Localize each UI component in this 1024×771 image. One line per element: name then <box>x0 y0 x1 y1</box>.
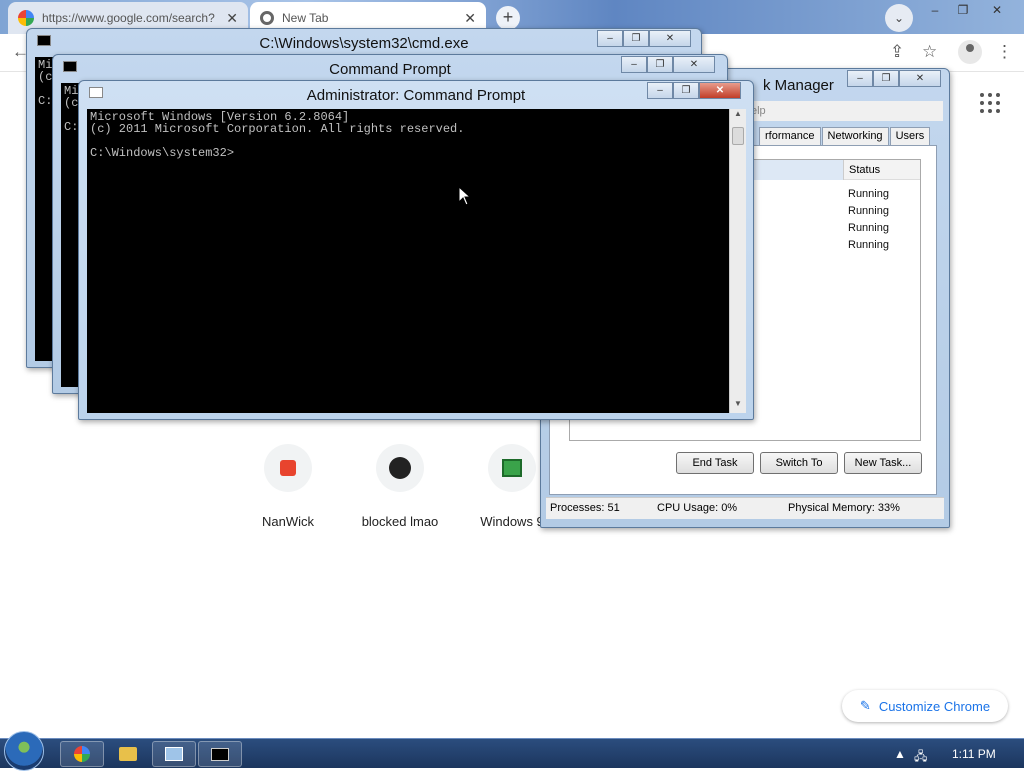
tab-close-icon[interactable]: ✕ <box>226 10 238 27</box>
restore-button[interactable]: ❐ <box>950 2 976 18</box>
taskbar-explorer[interactable] <box>106 741 150 767</box>
maximize-button[interactable]: ❐ <box>873 70 899 87</box>
list-item[interactable]: Running <box>848 222 889 234</box>
bookmark-star-icon[interactable]: ☆ <box>922 42 937 62</box>
switch-to-button[interactable]: Switch To <box>760 452 838 474</box>
nanwick-icon <box>264 444 312 492</box>
scroll-thumb[interactable] <box>732 127 744 145</box>
tab-networking[interactable]: Networking <box>821 127 889 145</box>
pencil-icon: ✎ <box>859 698 871 713</box>
tab-label: https://www.google.com/search? <box>42 11 215 25</box>
physical-memory: Physical Memory: 33% <box>788 502 900 514</box>
maximize-button[interactable]: ❐ <box>623 30 649 47</box>
close-button[interactable]: ✕ <box>673 56 715 73</box>
list-item[interactable]: Running <box>848 188 889 200</box>
close-button[interactable]: ✕ <box>699 82 741 99</box>
mouse-cursor-icon <box>458 186 472 206</box>
folder-icon <box>119 747 137 761</box>
minimize-button[interactable]: – <box>922 2 948 18</box>
google-apps-icon[interactable] <box>980 93 1000 113</box>
github-icon <box>376 444 424 492</box>
close-button[interactable]: ✕ <box>649 30 691 47</box>
scroll-up-icon[interactable]: ▲ <box>730 109 746 123</box>
minimize-button[interactable]: – <box>597 30 623 47</box>
scroll-down-icon[interactable]: ▼ <box>730 399 746 413</box>
processes-count: Processes: 51 <box>550 502 620 514</box>
windows-taskbar: ▲ 🖧 1:11 PM <box>0 731 1024 771</box>
list-item[interactable]: Running <box>848 205 889 217</box>
close-button[interactable]: ✕ <box>899 70 941 87</box>
new-task-button[interactable]: New Task... <box>844 452 922 474</box>
cmd-icon <box>211 747 229 761</box>
taskbar-task-manager[interactable] <box>152 741 196 767</box>
close-button[interactable]: ✕ <box>984 2 1010 18</box>
chrome-icon <box>260 11 274 25</box>
new-tab-button[interactable]: + <box>496 6 520 30</box>
taskbar-chrome[interactable] <box>60 741 104 767</box>
shortcut-label: NanWick <box>261 514 314 529</box>
list-item[interactable]: Running <box>848 239 889 251</box>
google-icon <box>18 10 34 26</box>
shortcut-label: blocked lmao <box>361 514 439 529</box>
network-icon[interactable]: 🖧 <box>914 747 927 768</box>
menu-icon[interactable]: ⋮ <box>996 42 1013 62</box>
tm-status-bar: Processes: 51 CPU Usage: 0% Physical Mem… <box>546 497 944 519</box>
clock[interactable]: 1:11 PM <box>952 747 996 761</box>
customize-label: Customize Chrome <box>878 698 991 714</box>
cmd-window-admin[interactable]: Administrator: Command Prompt – ❐ ✕ Micr… <box>78 80 754 420</box>
tab-users[interactable]: Users <box>889 127 931 145</box>
tab-search-button[interactable]: ⌄ <box>885 4 913 32</box>
end-task-button[interactable]: End Task <box>676 452 754 474</box>
console-scrollbar[interactable]: ▲ ▼ <box>729 109 746 413</box>
shortcut-nanwick[interactable]: NanWick <box>228 444 348 529</box>
show-hidden-icons[interactable]: ▲ <box>894 747 906 761</box>
tab-close-icon[interactable]: ✕ <box>464 10 476 27</box>
shortcut-blocked-lmao[interactable]: blocked lmao <box>340 444 460 529</box>
status-column-header[interactable]: Status <box>843 160 880 180</box>
minimize-button[interactable]: – <box>621 56 647 73</box>
tm-tabs: rformance Networking Users <box>759 127 931 145</box>
start-button[interactable] <box>4 731 44 771</box>
chrome-icon <box>74 746 90 762</box>
share-icon[interactable]: ⇪ <box>890 42 904 62</box>
windows-9-icon <box>488 444 536 492</box>
tab-performance[interactable]: rformance <box>759 127 821 145</box>
task-manager-icon <box>165 747 183 761</box>
customize-chrome-button[interactable]: ✎ Customize Chrome <box>842 690 1008 722</box>
cpu-usage: CPU Usage: 0% <box>657 502 738 514</box>
maximize-button[interactable]: ❐ <box>673 82 699 99</box>
console-output[interactable]: Microsoft Windows [Version 6.2.8064] (c)… <box>87 109 729 413</box>
maximize-button[interactable]: ❐ <box>647 56 673 73</box>
taskbar-cmd[interactable] <box>198 741 242 767</box>
minimize-button[interactable]: – <box>847 70 873 87</box>
tab-label: New Tab <box>282 11 329 25</box>
profile-avatar[interactable] <box>958 40 982 64</box>
minimize-button[interactable]: – <box>647 82 673 99</box>
